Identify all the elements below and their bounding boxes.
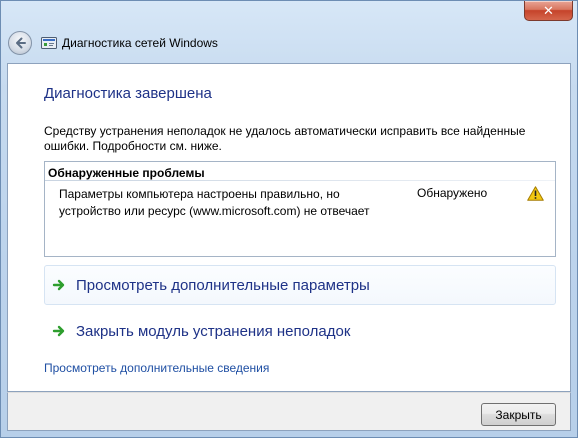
view-details-link[interactable]: Просмотреть дополнительные сведения: [44, 361, 269, 375]
view-more-options-label: Просмотреть дополнительные параметры: [76, 276, 370, 294]
view-more-options-link[interactable]: Просмотреть дополнительные параметры: [44, 265, 556, 305]
close-troubleshooter-label: Закрыть модуль устранения неполадок: [76, 322, 351, 340]
close-icon: ✕: [543, 2, 554, 18]
green-arrow-icon: [52, 279, 65, 291]
result-description: Средству устранения неполадок не удалось…: [44, 124, 526, 153]
close-button[interactable]: Закрыть: [481, 403, 556, 426]
window-close-button[interactable]: ✕: [524, 1, 573, 21]
button-bar: Закрыть: [7, 392, 571, 431]
window-title: Диагностика сетей Windows: [62, 36, 218, 50]
close-troubleshooter-link[interactable]: Закрыть модуль устранения неполадок: [44, 311, 556, 351]
back-arrow-icon: [16, 37, 26, 49]
problem-description: Параметры компьютера настроены правильно…: [59, 187, 370, 218]
problems-panel: Обнаруженные проблемы Параметры компьюте…: [44, 161, 556, 257]
window-frame: ✕ Диагностика сетей Windows Диагностика …: [0, 0, 578, 438]
problems-header: Обнаруженные проблемы: [48, 166, 205, 180]
green-arrow-icon: [52, 325, 65, 337]
problem-status: Обнаружено: [417, 186, 488, 200]
network-diagnostics-icon: [41, 37, 57, 49]
back-button[interactable]: [8, 31, 32, 55]
page-title: Диагностика завершена: [44, 85, 212, 102]
problems-divider: [45, 180, 555, 181]
content-area: Диагностика завершена Средству устранени…: [7, 63, 571, 392]
warning-icon: [527, 186, 544, 201]
